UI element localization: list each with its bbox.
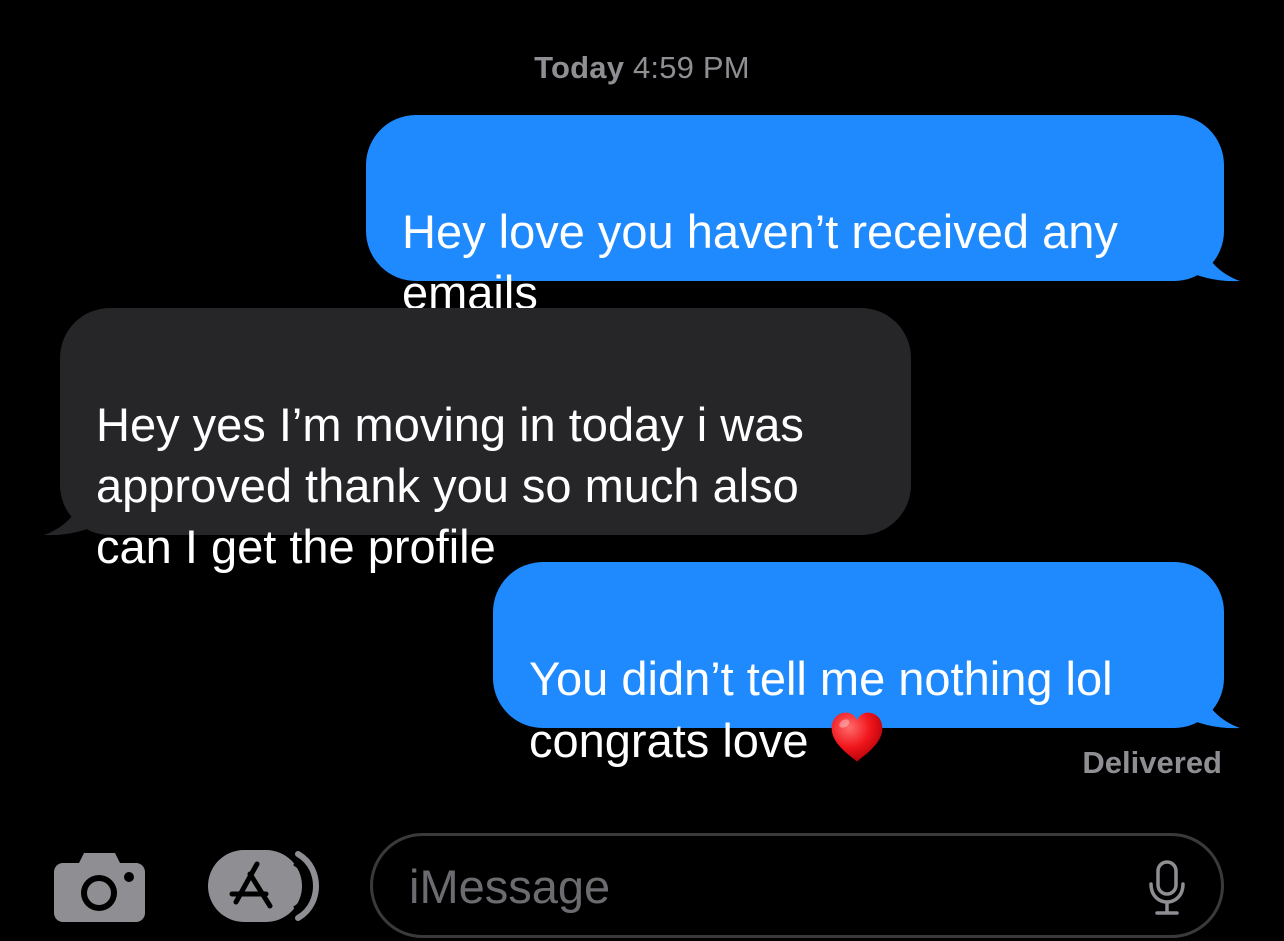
timestamp-day: Today <box>534 50 625 85</box>
delivery-status: Delivered <box>1082 745 1222 780</box>
message-input-container[interactable] <box>370 833 1224 938</box>
message-bubble-incoming[interactable]: Hey yes I’m moving in today i was approv… <box>60 308 911 573</box>
message-text: You didn’t tell me nothing lol congrats … <box>529 652 1113 767</box>
message-input[interactable] <box>409 858 1109 914</box>
message-bubble-outgoing[interactable]: Hey love you haven’t received any emails <box>366 115 1224 319</box>
camera-icon <box>54 853 145 922</box>
apps-button[interactable] <box>208 850 320 922</box>
message-bubble-outgoing[interactable]: You didn’t tell me nothing lol congrats … <box>493 562 1224 767</box>
message-text: Hey love you haven’t received any emails <box>402 205 1118 319</box>
app-store-icon <box>208 850 320 922</box>
red-heart-icon <box>831 712 882 762</box>
timestamp-time: 4:59 PM <box>632 50 750 85</box>
microphone-icon[interactable] <box>1147 860 1187 916</box>
message-text: Hey yes I’m moving in today i was approv… <box>96 398 804 573</box>
conversation-timestamp: Today 4:59 PM <box>0 50 1284 86</box>
camera-button[interactable] <box>54 851 145 922</box>
